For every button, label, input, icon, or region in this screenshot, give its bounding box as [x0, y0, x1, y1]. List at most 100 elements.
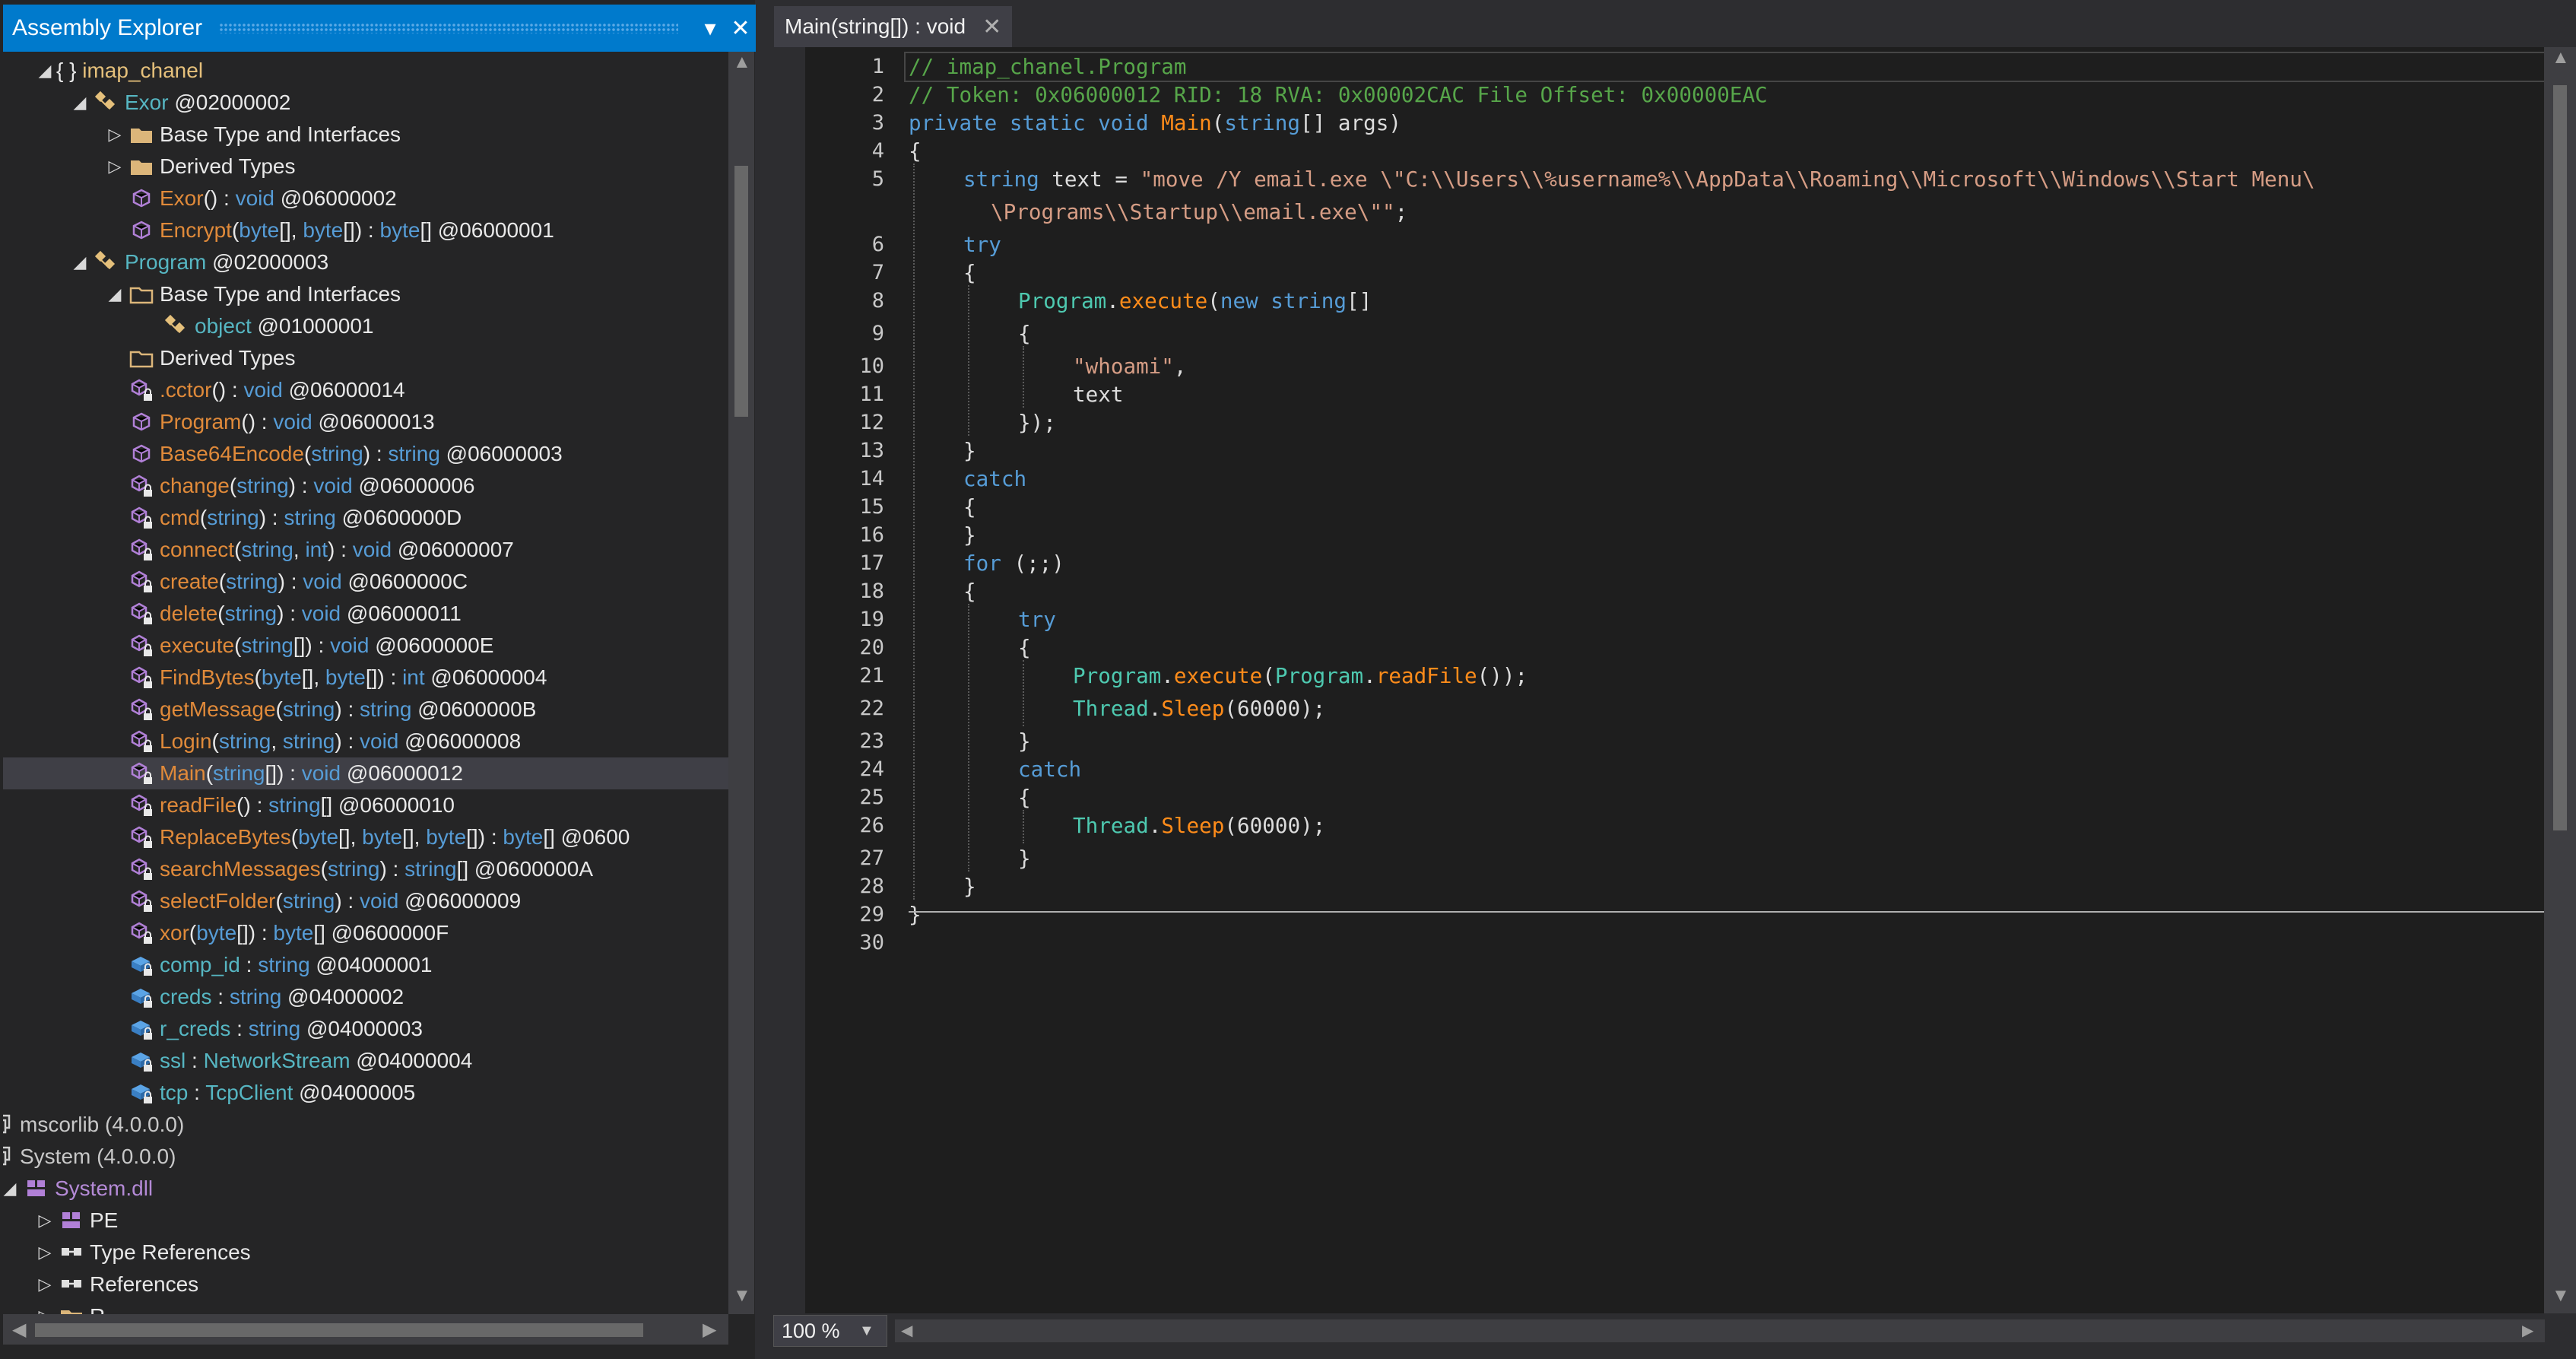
drag-grip[interactable]	[219, 23, 678, 33]
tree-node[interactable]: ▷R	[3, 1300, 728, 1314]
tree-node[interactable]: Base64Encode(string) : string @06000003	[3, 438, 728, 470]
expand-arrow-icon[interactable]: ▷	[103, 151, 126, 183]
label-segment: ) :	[379, 857, 405, 881]
tree-node[interactable]: Encrypt(byte[], byte[]) : byte[] @060000…	[3, 214, 728, 246]
assembly-explorer-titlebar: Assembly Explorer ▾ ✕	[3, 5, 756, 52]
tree-vertical-scrollbar[interactable]: ▲ ▼	[728, 52, 754, 1314]
tree-node[interactable]: Main(string[]) : void @06000012	[3, 757, 728, 789]
scroll-right-arrow-icon[interactable]: ▶	[2522, 1321, 2533, 1340]
tree-node[interactable]: ▷ Base Type and Interfaces	[3, 119, 728, 151]
line-number: 6	[871, 233, 884, 256]
label-segment: byte	[196, 921, 237, 945]
tree-node[interactable]: create(string) : void @0600000C	[3, 566, 728, 598]
label-segment: PE	[90, 1208, 119, 1232]
scrollbar-thumb[interactable]	[2553, 85, 2567, 830]
zoom-selector[interactable]: 100 % ▼	[773, 1315, 887, 1347]
tree-node[interactable]: ReplaceBytes(byte[], byte[], byte[]) : b…	[3, 821, 728, 853]
tree-node[interactable]: xor(byte[]) : byte[] @0600000F	[3, 917, 728, 949]
collapse-arrow-icon[interactable]: ◢	[68, 87, 91, 119]
tree-node[interactable]: delete(string) : void @06000011	[3, 598, 728, 630]
tree-node[interactable]: FindBytes(byte[], byte[]) : int @0600000…	[3, 662, 728, 694]
collapse-arrow-icon[interactable]: ◢	[3, 1173, 21, 1205]
tree-node[interactable]: readFile() : string[] @06000010	[3, 789, 728, 821]
scrollbar-thumb[interactable]	[734, 166, 748, 417]
expand-arrow-icon[interactable]: ▷	[33, 1237, 56, 1269]
collapse-arrow-icon[interactable]: ◢	[103, 278, 126, 310]
tree-node[interactable]: tcp : TcpClient @04000005	[3, 1077, 728, 1109]
tree-node[interactable]: object @01000001	[3, 310, 728, 342]
line-number: 3	[871, 111, 884, 135]
scroll-up-arrow-icon[interactable]: ▲	[733, 52, 751, 73]
scrollbar-thumb[interactable]	[35, 1323, 643, 1337]
tree-node[interactable]: ▷mscorlib (4.0.0.0)	[3, 1109, 728, 1141]
line-number: 4	[871, 139, 884, 163]
tree-node[interactable]: Login(string, string) : void @06000008	[3, 726, 728, 757]
tree-node[interactable]: Program() : void @06000013	[3, 406, 728, 438]
tree-node[interactable]: .cctor() : void @06000014	[3, 374, 728, 406]
scroll-right-arrow-icon[interactable]: ▶	[703, 1319, 716, 1341]
chevron-down-icon[interactable]: ▼	[859, 1322, 874, 1340]
label-segment: byte	[379, 218, 420, 242]
tree-node[interactable]: ◢ System.dll	[3, 1173, 728, 1205]
tree-node[interactable]: cmd(string) : string @0600000D	[3, 502, 728, 534]
tree-node[interactable]: execute(string[]) : void @0600000E	[3, 630, 728, 662]
label-segment: [] @0600000A	[456, 857, 594, 881]
label-segment: @0600000C	[341, 570, 468, 593]
editor-horizontal-scrollbar[interactable]: ◀ ▶	[895, 1319, 2545, 1342]
tree-node[interactable]: getMessage(string) : string @0600000B	[3, 694, 728, 726]
expand-arrow-icon[interactable]: ▷	[33, 1300, 56, 1314]
line-number: 17	[859, 551, 884, 575]
tree-node[interactable]: creds : string @04000002	[3, 981, 728, 1013]
tree-node[interactable]: ◢ Base Type and Interfaces	[3, 278, 728, 310]
tree-node[interactable]: ▷ References	[3, 1269, 728, 1300]
tree-node[interactable]: selectFolder(string) : void @06000009	[3, 885, 728, 917]
tree-node[interactable]: ◢{ } imap_chanel	[3, 55, 728, 87]
expand-arrow-icon[interactable]: ▷	[33, 1269, 56, 1300]
code-token: {	[1018, 635, 1031, 660]
label-segment: (	[234, 633, 242, 657]
label-segment: @06000011	[341, 602, 462, 625]
tree-node[interactable]: ◢System (4.0.0.0)	[3, 1141, 728, 1173]
tree-node[interactable]: searchMessages(string) : string[] @06000…	[3, 853, 728, 885]
scroll-up-arrow-icon[interactable]: ▲	[2552, 47, 2570, 68]
tree-node[interactable]: ◢ Exor @02000002	[3, 87, 728, 119]
code-line: {	[963, 492, 976, 522]
label-segment: System (4.0.0.0)	[20, 1145, 176, 1168]
editor-vertical-scrollbar[interactable]: ▲ ▼	[2544, 47, 2576, 1313]
code-editor[interactable]: // imap_chanel.Program // Token: 0x060000…	[773, 47, 2576, 1313]
close-icon[interactable]: ✕	[725, 11, 756, 46]
tree-node[interactable]: ssl : NetworkStream @04000004	[3, 1045, 728, 1077]
close-tab-icon[interactable]: ✕	[982, 14, 1001, 40]
scroll-down-arrow-icon[interactable]: ▼	[733, 1285, 751, 1307]
label-segment: void	[359, 889, 399, 913]
collapse-arrow-icon[interactable]: ◢	[68, 246, 91, 278]
label-segment: ) :	[335, 697, 360, 721]
tree-node[interactable]: ◢ Program @02000003	[3, 246, 728, 278]
tree-node[interactable]: comp_id : string @04000001	[3, 949, 728, 981]
expand-arrow-icon[interactable]: ▷	[103, 119, 126, 151]
tree-node[interactable]: ▷ Derived Types	[3, 151, 728, 183]
method-icon	[126, 438, 157, 470]
tree-node[interactable]: Derived Types	[3, 342, 728, 374]
tree-node[interactable]: connect(string, int) : void @06000007	[3, 534, 728, 566]
line-number: 29	[859, 903, 884, 926]
collapse-arrow-icon[interactable]: ◢	[33, 55, 56, 87]
label-segment: void	[301, 761, 341, 785]
tree-node[interactable]: r_creds : string @04000003	[3, 1013, 728, 1045]
scroll-left-arrow-icon[interactable]: ◀	[12, 1319, 26, 1341]
label-segment: []) :	[265, 761, 302, 785]
code-token: .	[1363, 663, 1376, 688]
window-position-dropdown-icon[interactable]: ▾	[695, 11, 725, 46]
tree-node[interactable]: change(string) : void @06000006	[3, 470, 728, 502]
label-segment: @06000006	[352, 474, 475, 497]
tree-horizontal-scrollbar[interactable]: ◀ ▶	[3, 1314, 728, 1345]
tree-node[interactable]: Exor() : void @06000002	[3, 183, 728, 214]
tree-node-label: r_creds : string @04000003	[160, 1013, 423, 1045]
code-token: private static void	[909, 110, 1162, 135]
tree-node[interactable]: ▷ Type References	[3, 1237, 728, 1269]
scroll-down-arrow-icon[interactable]: ▼	[2552, 1285, 2570, 1307]
scroll-left-arrow-icon[interactable]: ◀	[901, 1321, 912, 1340]
tree-node[interactable]: ▷ PE	[3, 1205, 728, 1237]
tab-main-method[interactable]: Main(string[]) : void ✕	[774, 6, 1013, 47]
expand-arrow-icon[interactable]: ▷	[33, 1205, 56, 1237]
